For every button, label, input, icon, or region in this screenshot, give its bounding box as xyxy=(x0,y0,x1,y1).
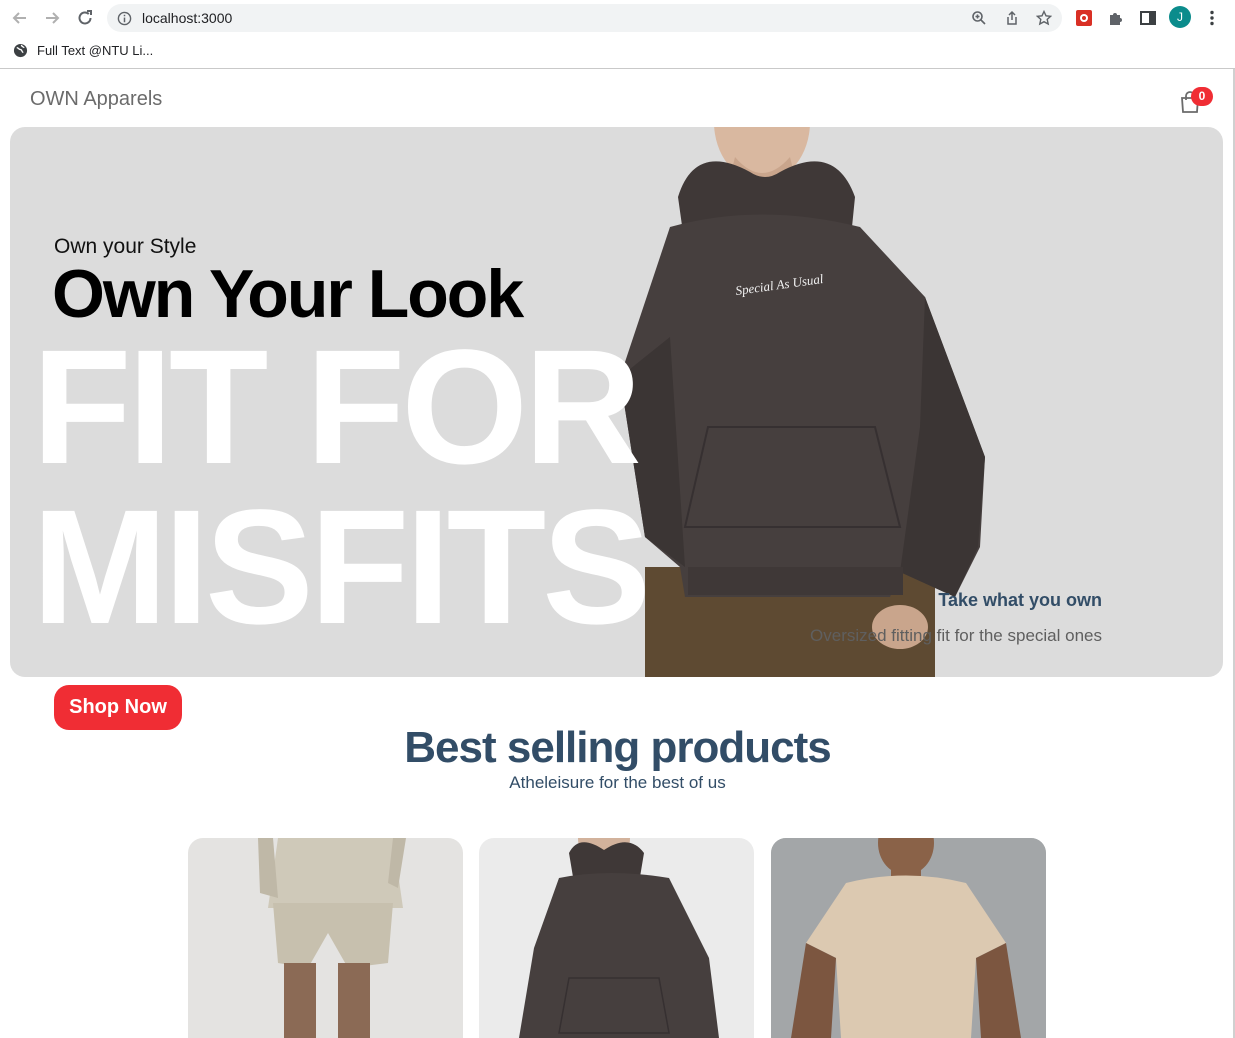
bookmark-item[interactable]: Full Text @NTU Li... xyxy=(13,43,153,58)
info-icon[interactable] xyxy=(115,9,133,27)
globe-icon xyxy=(13,43,28,58)
product-card[interactable] xyxy=(479,838,754,1038)
bookmark-star-icon[interactable] xyxy=(1035,9,1053,27)
back-button[interactable] xyxy=(9,7,31,29)
puzzle-icon[interactable] xyxy=(1105,7,1127,29)
product-image-hoodie xyxy=(479,838,754,1038)
hero-large-text-line1: FIT FOR xyxy=(32,315,642,498)
hero-banner: Own your Style Own Your Look Special As … xyxy=(10,127,1223,677)
hero-desc-title: Take what you own xyxy=(938,590,1102,610)
product-card[interactable] xyxy=(188,838,463,1038)
zoom-icon[interactable] xyxy=(970,9,988,27)
brand-logo[interactable]: OWN Apparels xyxy=(30,88,162,111)
cart-count-badge: 0 xyxy=(1191,87,1213,106)
url-text[interactable]: localhost:3000 xyxy=(142,10,232,26)
product-image-sweat-set xyxy=(188,838,463,1038)
bookmark-label: Full Text @NTU Li... xyxy=(37,43,154,58)
reload-button[interactable] xyxy=(74,7,96,29)
browser-toolbar: localhost:3000 J xyxy=(0,0,1235,36)
hero-large-text-line2: MISFITS xyxy=(32,475,651,658)
address-bar[interactable]: localhost:3000 xyxy=(107,4,1062,32)
arrow-left-icon xyxy=(12,12,26,24)
profile-avatar[interactable]: J xyxy=(1169,6,1191,28)
menu-kebab-icon[interactable] xyxy=(1201,7,1223,29)
extension-red-icon[interactable] xyxy=(1073,7,1095,29)
arrow-right-icon xyxy=(46,12,60,24)
reload-icon xyxy=(78,10,92,25)
products-heading: Best selling products xyxy=(404,723,831,772)
products-subheading: Atheleisure for the best of us xyxy=(509,773,726,792)
forward-button[interactable] xyxy=(41,7,63,29)
side-panel-icon[interactable] xyxy=(1137,7,1159,29)
product-card[interactable] xyxy=(771,838,1046,1038)
hero-description: Take what you own Oversized fitting fit … xyxy=(810,590,1102,646)
share-icon[interactable] xyxy=(1003,9,1021,27)
product-image-tee xyxy=(771,838,1046,1038)
bookmarks-bar: Full Text @NTU Li... xyxy=(0,36,1235,69)
hero-desc-text: Oversized fitting fit for the special on… xyxy=(810,626,1102,645)
